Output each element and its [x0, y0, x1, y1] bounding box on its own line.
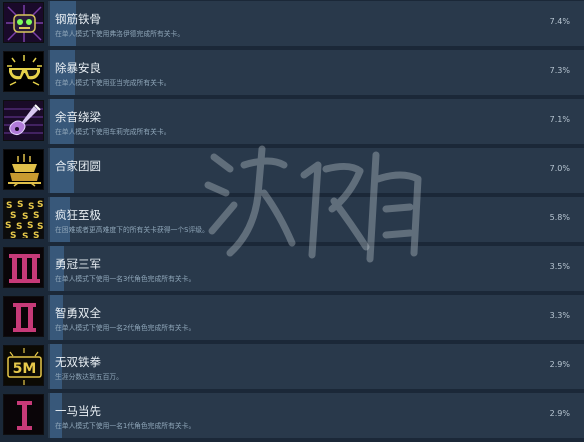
svg-text:S: S: [5, 221, 11, 231]
row-background: [48, 393, 584, 438]
shield-face-icon: [3, 2, 44, 43]
achievement-title: 无双铁拳: [55, 355, 101, 369]
achievement-row[interactable]: 智勇双全 在单人模式下使用一名2代角色完成所有关卡。 3.3%: [0, 294, 584, 341]
achievement-description: 生涯分数达到五百万。: [55, 373, 123, 381]
roman-three-icon: [3, 247, 44, 288]
row-background: [48, 50, 584, 95]
achievement-description: 在单人模式下使用一名1代角色完成所有关卡。: [55, 422, 196, 430]
svg-text:S: S: [33, 211, 39, 221]
achievement-percent: 7.4%: [549, 17, 570, 26]
achievement-list: 钢筋铁骨 在单人模式下使用弗洛伊德完成所有关卡。 7.4% 除暴安良 在单人模式…: [0, 0, 584, 442]
achievement-percent: 7.1%: [549, 115, 570, 124]
achievement-title: 一马当先: [55, 404, 101, 418]
achievement-description: 在单人模式下使用车莉完成所有关卡。: [55, 128, 171, 136]
svg-text:S: S: [22, 232, 28, 239]
svg-text:S: S: [37, 200, 43, 210]
achievement-percent: 3.3%: [549, 311, 570, 320]
row-background: [48, 344, 584, 389]
guitar-icon: [3, 100, 44, 141]
achievement-title: 勇冠三军: [55, 257, 101, 271]
row-background: [48, 197, 584, 242]
achievement-description: 在单人模式下使用弗洛伊德完成所有关卡。: [55, 30, 185, 38]
cake-icon: [3, 149, 44, 190]
achievement-description: 在单人模式下使用一名3代角色完成所有关卡。: [55, 275, 196, 283]
svg-text:S: S: [33, 231, 39, 239]
letter-s-pattern-icon: SSSS SSS SSSS SSS: [3, 198, 44, 239]
svg-text:5M: 5M: [13, 361, 37, 377]
achievement-percent: 2.9%: [549, 360, 570, 369]
svg-text:S: S: [10, 231, 16, 239]
row-background: [48, 295, 584, 340]
svg-text:S: S: [17, 200, 23, 210]
row-background: [48, 99, 584, 144]
svg-text:S: S: [27, 221, 33, 231]
achievement-row[interactable]: 除暴安良 在单人模式下使用亚当完成所有关卡。 7.3%: [0, 49, 584, 96]
achievement-row[interactable]: 余音绕梁 在单人模式下使用车莉完成所有关卡。 7.1%: [0, 98, 584, 145]
achievement-title: 合家团圆: [55, 159, 101, 173]
achievement-description: 在单人模式下使用一名2代角色完成所有关卡。: [55, 324, 196, 332]
achievement-percent: 3.5%: [549, 262, 570, 271]
achievement-title: 钢筋铁骨: [55, 12, 101, 26]
row-background: [48, 246, 584, 291]
svg-text:S: S: [6, 201, 12, 211]
achievement-description: 在单人模式下使用亚当完成所有关卡。: [55, 79, 171, 87]
row-background: [48, 148, 584, 193]
achievement-percent: 7.3%: [549, 66, 570, 75]
achievement-percent: 5.8%: [549, 213, 570, 222]
achievement-row[interactable]: 一马当先 在单人模式下使用一名1代角色完成所有关卡。 2.9%: [0, 392, 584, 439]
achievement-title: 余音绕梁: [55, 110, 101, 124]
achievement-row[interactable]: 勇冠三军 在单人模式下使用一名3代角色完成所有关卡。 3.5%: [0, 245, 584, 292]
achievement-title: 除暴安良: [55, 61, 101, 75]
svg-text:S: S: [10, 211, 16, 221]
achievement-row[interactable]: SSSS SSS SSSS SSS 疯狂至极 在困难或者更高难度下的所有关卡获得…: [0, 196, 584, 243]
roman-one-icon: [3, 394, 44, 435]
five-million-icon: 5M: [3, 345, 44, 386]
achievement-row[interactable]: 钢筋铁骨 在单人模式下使用弗洛伊德完成所有关卡。 7.4%: [0, 0, 584, 47]
achievement-title: 疯狂至极: [55, 208, 101, 222]
achievement-row[interactable]: 5M 无双铁拳 生涯分数达到五百万。 2.9%: [0, 343, 584, 390]
achievement-description: 在困难或者更高难度下的所有关卡获得一个S评级。: [55, 226, 209, 234]
achievement-percent: 7.0%: [549, 164, 570, 173]
achievement-percent: 2.9%: [549, 409, 570, 418]
achievement-row[interactable]: 合家团圆 7.0%: [0, 147, 584, 194]
achievement-title: 智勇双全: [55, 306, 101, 320]
svg-text:S: S: [16, 222, 22, 232]
row-background: [48, 1, 584, 46]
sunglasses-icon: [3, 51, 44, 92]
roman-two-icon: [3, 296, 44, 337]
